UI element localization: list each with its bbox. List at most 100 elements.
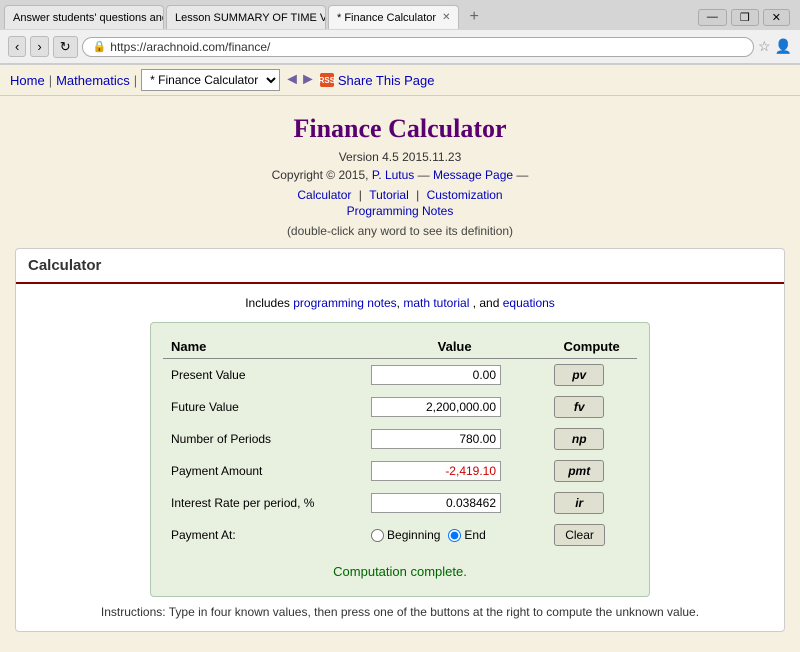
clear-btn-cell: Clear (546, 519, 637, 551)
tab-3-label: * Finance Calculator (337, 12, 436, 24)
lock-icon: 🔒 (93, 40, 107, 53)
prog-notes-link[interactable]: programming notes (293, 296, 396, 310)
calculator-section-title: Calculator (28, 257, 101, 274)
radio-end-text: End (464, 528, 485, 542)
tab-3[interactable]: * Finance Calculator ✕ (328, 5, 459, 29)
nav-sep-1: | (359, 188, 365, 202)
radio-end-label[interactable]: End (448, 528, 485, 542)
new-tab-button[interactable]: + (465, 8, 482, 26)
prev-page-button[interactable]: ◄ (284, 71, 300, 89)
clear-button[interactable]: Clear (554, 524, 605, 546)
nav-bar: ‹ › ↻ 🔒 https://arachnoid.com/finance/ ☆… (0, 30, 800, 64)
row-0-value-input[interactable] (371, 365, 501, 385)
tab-1[interactable]: Answer students' questions and... ✕ (4, 5, 164, 29)
includes-text: Includes (245, 296, 290, 310)
col-name-header: Name (163, 335, 363, 359)
forward-button[interactable]: › (30, 36, 48, 57)
np-button[interactable]: np (554, 428, 604, 450)
programming-notes-link-wrapper: Programming Notes (15, 204, 785, 218)
message-link[interactable]: Message Page (433, 168, 513, 182)
customization-link[interactable]: Customization (427, 188, 503, 202)
fv-button[interactable]: fv (554, 396, 604, 418)
close-button[interactable]: ✕ (763, 9, 790, 26)
radio-beginning[interactable] (371, 529, 384, 542)
author-link[interactable]: P. Lutus (372, 168, 414, 182)
nav-sep-2: | (416, 188, 422, 202)
page-title: Finance Calculator (15, 114, 785, 144)
row-3-value-input[interactable] (371, 461, 501, 481)
row-4-label: Interest Rate per period, % (163, 487, 363, 519)
table-row: Interest Rate per period, % ir (163, 487, 637, 519)
toolbar-sep-2: | (134, 73, 137, 88)
user-icon[interactable]: 👤 (775, 38, 792, 55)
calculator-body: Includes programming notes, math tutoria… (16, 284, 784, 631)
copyright-text: Copyright © 2015, (272, 168, 369, 182)
table-row: Present Valuepv (163, 359, 637, 392)
row-1-label: Future Value (163, 391, 363, 423)
payment-at-options: Beginning End (363, 519, 546, 551)
row-3-btn-cell: pmt (546, 455, 637, 487)
bookmark-icon[interactable]: ☆ (758, 38, 771, 55)
row-1-btn-cell: fv (546, 391, 637, 423)
calculator-link[interactable]: Calculator (297, 188, 351, 202)
math-tutorial-link[interactable]: math tutorial (403, 296, 469, 310)
table-row: Future Value fv (163, 391, 637, 423)
calculator-table-wrapper: Name Value Compute Present ValuepvFuture… (150, 322, 650, 597)
row-1-value-cell (363, 391, 546, 423)
address-bar[interactable]: 🔒 https://arachnoid.com/finance/ (82, 37, 754, 57)
page-toolbar: Home | Mathematics | * Finance Calculato… (0, 65, 800, 96)
instructions-line: Instructions: Type in four known values,… (28, 605, 772, 619)
browser-chrome: Answer students' questions and... ✕ Less… (0, 0, 800, 65)
rss-icon: RSS (320, 73, 334, 87)
row-0-btn-cell: pv (546, 359, 637, 392)
equations-link[interactable]: equations (503, 296, 555, 310)
share-link[interactable]: Share This Page (338, 73, 435, 88)
and-text: , and (473, 296, 500, 310)
radio-end[interactable] (448, 529, 461, 542)
calculator-section: Calculator Includes programming notes, m… (15, 248, 785, 632)
back-button[interactable]: ‹ (8, 36, 26, 57)
tab-3-close[interactable]: ✕ (442, 12, 450, 23)
row-3-label: Payment Amount (163, 455, 363, 487)
minimize-button[interactable]: — (698, 9, 727, 26)
calculator-table: Name Value Compute Present ValuepvFuture… (163, 335, 637, 584)
row-0-value-cell (363, 359, 546, 392)
nav-arrows: ◄ ► (284, 71, 316, 89)
programming-notes-link[interactable]: Programming Notes (347, 204, 454, 218)
pv-button[interactable]: pv (554, 364, 604, 386)
row-4-value-cell (363, 487, 546, 519)
copyright-line: Copyright © 2015, P. Lutus — Message Pag… (15, 168, 785, 182)
tab-bar: Answer students' questions and... ✕ Less… (0, 0, 800, 30)
dash2: — (516, 168, 528, 182)
calculator-section-header: Calculator (16, 249, 784, 284)
tab-1-label: Answer students' questions and... (13, 12, 164, 24)
computation-complete: Computation complete. (171, 564, 629, 579)
payment-at-label: Payment At: (163, 519, 363, 551)
ir-button[interactable]: ir (554, 492, 604, 514)
row-1-value-input[interactable] (371, 397, 501, 417)
tab-2-label: Lesson SUMMARY OF TIME VALU... (175, 12, 326, 24)
tab-2[interactable]: Lesson SUMMARY OF TIME VALU... ✕ (166, 5, 326, 29)
next-page-button[interactable]: ► (300, 71, 316, 89)
row-2-value-input[interactable] (371, 429, 501, 449)
col-value-header: Value (363, 335, 546, 359)
double-click-note: (double-click any word to see its defini… (15, 224, 785, 238)
table-row: Number of Periods np (163, 423, 637, 455)
home-link[interactable]: Home (10, 73, 45, 88)
table-row: Payment Amount pmt (163, 455, 637, 487)
page-nav-links: Calculator | Tutorial | Customization (15, 188, 785, 202)
radio-beginning-text: Beginning (387, 528, 440, 542)
maximize-button[interactable]: ❒ (731, 9, 759, 26)
row-2-label: Number of Periods (163, 423, 363, 455)
page-selector[interactable]: * Finance Calculator (141, 69, 280, 91)
reload-button[interactable]: ↻ (53, 36, 78, 58)
pmt-button[interactable]: pmt (554, 460, 604, 482)
math-link[interactable]: Mathematics (56, 73, 130, 88)
col-compute-header: Compute (546, 335, 637, 359)
tutorial-link[interactable]: Tutorial (369, 188, 409, 202)
row-4-value-input[interactable] (371, 493, 501, 513)
radio-beginning-label[interactable]: Beginning (371, 528, 440, 542)
window-controls: — ❒ ✕ (692, 5, 796, 30)
row-2-btn-cell: np (546, 423, 637, 455)
version-line: Version 4.5 2015.11.23 (15, 150, 785, 164)
